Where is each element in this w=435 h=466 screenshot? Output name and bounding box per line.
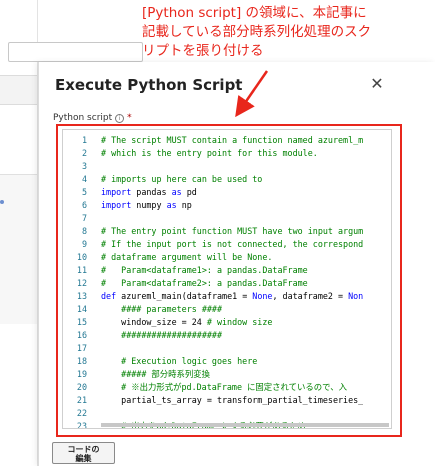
port-dot-icon [0, 200, 4, 204]
annotation-line-1: [Python script] の領域に、本記事に [142, 5, 367, 21]
edit-code-button[interactable]: コードの 編集 [52, 442, 115, 464]
edit-code-button-line2: 編集 [75, 454, 92, 463]
background-row [0, 75, 37, 105]
panel-title: Execute Python Script [55, 76, 243, 94]
edit-code-button-line1: コードの [67, 445, 100, 454]
annotation-callout: [Python script] の領域に、本記事に 記載している部分時系列化処理… [142, 4, 432, 61]
python-script-label: Python script i * [53, 113, 132, 123]
background-module-area [0, 174, 37, 324]
info-icon[interactable]: i [115, 113, 125, 123]
annotation-line-2: 記載している部分時系列化処理のスク [142, 24, 372, 40]
annotation-line-3: リプトを張り付ける [142, 43, 264, 59]
highlight-box [56, 124, 402, 437]
required-mark: * [127, 113, 132, 123]
background-input [8, 42, 143, 62]
python-script-label-text: Python script [53, 113, 113, 123]
close-icon[interactable]: ✕ [367, 74, 387, 94]
background-canvas [0, 0, 143, 466]
